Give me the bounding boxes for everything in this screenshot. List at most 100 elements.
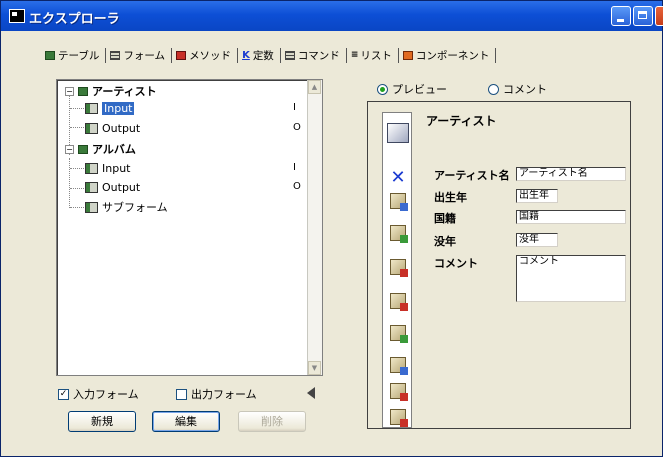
form-type-value: O <box>293 122 301 133</box>
tree-item-album-output[interactable]: Output <box>85 179 140 195</box>
scroll-up-icon[interactable]: ▲ <box>308 80 321 94</box>
app-icon <box>9 9 25 23</box>
tree-item-label: サブフォーム <box>102 201 168 214</box>
checkbox-label: 出力フォーム <box>191 388 257 401</box>
radio-label: コメント <box>503 83 547 96</box>
tree-item-artist-input[interactable]: Input <box>85 100 135 116</box>
input-forms-checkbox[interactable]: ✓ 入力フォーム <box>58 386 139 402</box>
explorer-tabs: テーブル フォーム メソッド K 定数 コマンド ≡ リスト コンポーネント <box>41 45 497 65</box>
tree-connector <box>70 168 84 169</box>
form-type-value: I <box>293 162 296 173</box>
add-record-icon <box>390 325 408 343</box>
nationality-field: 国籍 <box>516 210 626 224</box>
table-icon <box>78 144 88 154</box>
print-icon <box>390 383 408 401</box>
last-record-icon <box>390 293 408 311</box>
tree-scrollbar[interactable]: ▲ ▼ <box>307 80 322 375</box>
tab-label: メソッド <box>189 49 232 62</box>
close-button[interactable] <box>655 6 663 26</box>
tree-node-artist[interactable]: − アーティスト <box>65 83 157 99</box>
tab-label: テーブル <box>58 49 100 62</box>
title-bar[interactable]: エクスプローラ <box>1 1 663 31</box>
artist-name-field: アーティスト名 <box>516 167 626 181</box>
tab-lists[interactable]: ≡ リスト <box>347 47 399 63</box>
tab-label: フォーム <box>123 49 166 62</box>
tree-item-album-input[interactable]: Input <box>85 160 130 176</box>
tab-forms[interactable]: フォーム <box>106 47 173 63</box>
field-label: 没年 <box>434 235 456 248</box>
tree-item-label: Input <box>102 101 135 115</box>
form-icon <box>85 181 98 193</box>
form-icon <box>85 102 98 114</box>
collapse-arrow-icon[interactable] <box>307 387 315 399</box>
checkbox-label: 入力フォーム <box>73 388 139 401</box>
list-icon: ≡ <box>350 50 358 60</box>
first-record-icon <box>390 193 408 211</box>
form-type-value: I <box>293 102 296 113</box>
table-icon <box>78 86 88 96</box>
radio-unselected-icon[interactable] <box>488 83 499 95</box>
minimize-button[interactable] <box>611 6 631 26</box>
tab-constants[interactable]: K 定数 <box>238 47 281 63</box>
tab-methods[interactable]: メソッド <box>172 47 239 63</box>
comment-radio[interactable]: コメント <box>488 81 547 97</box>
save-icon <box>390 409 408 427</box>
previous-record-icon <box>390 225 408 243</box>
checkbox-unchecked-icon[interactable] <box>176 388 187 400</box>
tab-label: 定数 <box>252 49 274 62</box>
form-tree[interactable]: − アーティスト Input I Output O − アルバム Input I… <box>56 79 323 376</box>
next-record-icon <box>390 259 408 277</box>
form-type-value: O <box>293 181 301 192</box>
table-icon <box>45 50 55 60</box>
form-icon <box>85 201 98 213</box>
tree-item-artist-output[interactable]: Output <box>85 120 140 136</box>
field-label: 出生年 <box>434 191 467 204</box>
field-label: アーティスト名 <box>434 169 510 182</box>
tab-label: リスト <box>360 49 392 62</box>
tree-connector <box>70 127 84 128</box>
preview-radio[interactable]: プレビュー <box>377 81 447 97</box>
window-title: エクスプローラ <box>29 12 120 27</box>
form-icon <box>85 162 98 174</box>
birth-year-field: 出生年 <box>516 189 558 203</box>
delete-record-icon <box>390 357 408 375</box>
output-forms-checkbox[interactable]: 出力フォーム <box>176 386 257 402</box>
method-icon <box>176 50 187 60</box>
maximize-button[interactable] <box>633 6 653 26</box>
tab-commands[interactable]: コマンド <box>281 47 347 63</box>
radio-label: プレビュー <box>392 83 447 96</box>
form-icon <box>387 123 409 143</box>
preview-form-title: アーティスト <box>426 114 497 128</box>
form-icon <box>85 122 98 134</box>
constant-icon: K <box>242 49 250 61</box>
cancel-icon: ✕ <box>390 167 406 188</box>
field-label: コメント <box>434 257 478 270</box>
new-button[interactable]: 新規 <box>68 411 136 432</box>
comment-field: コメント <box>516 255 626 302</box>
collapse-icon[interactable]: − <box>65 86 74 96</box>
checkbox-checked-icon[interactable]: ✓ <box>58 388 69 400</box>
scroll-down-icon[interactable]: ▼ <box>308 361 321 375</box>
tree-node-label: アルバム <box>92 143 136 156</box>
tree-item-album-subform[interactable]: サブフォーム <box>85 199 168 215</box>
tab-components[interactable]: コンポーネント <box>399 47 497 63</box>
collapse-icon[interactable]: − <box>65 144 74 154</box>
tree-connector <box>70 188 84 189</box>
tree-connector <box>69 158 70 208</box>
edit-button[interactable]: 編集 <box>152 411 220 432</box>
tree-connector <box>70 108 84 109</box>
tree-item-label: Output <box>102 121 141 135</box>
tree-node-album[interactable]: − アルバム <box>65 141 136 157</box>
tree-item-label: Output <box>102 180 141 194</box>
field-label: 国籍 <box>434 212 456 225</box>
form-preview-panel: ✕ アーティスト アーティスト名 アーティスト名 出生年 出生年 国籍 国籍 没… <box>367 101 631 429</box>
tree-item-label: Input <box>102 161 131 175</box>
command-icon <box>284 50 295 60</box>
form-icon <box>110 50 121 60</box>
radio-selected-icon[interactable] <box>377 83 388 95</box>
tab-label: コンポーネント <box>415 49 490 62</box>
tree-connector <box>70 207 84 208</box>
delete-button[interactable]: 削除 <box>238 411 306 432</box>
tab-tables[interactable]: テーブル <box>41 47 107 63</box>
death-year-field: 没年 <box>516 233 558 247</box>
